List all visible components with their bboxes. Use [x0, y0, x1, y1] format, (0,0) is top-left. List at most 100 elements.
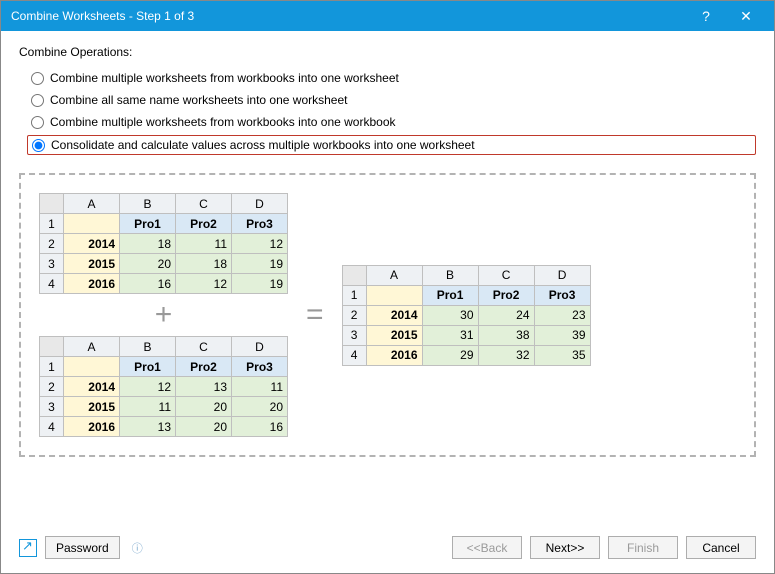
corner-cell	[40, 194, 64, 214]
col-header: C	[176, 194, 232, 214]
spreadsheet-table: ABCD1Pro1Pro2Pro322014302423320153138394…	[342, 265, 591, 366]
next-label: Next>>	[546, 541, 585, 555]
col-header: A	[64, 337, 120, 357]
cell-value: 30	[422, 305, 478, 325]
result-table: ABCD1Pro1Pro2Pro322014302423320153138394…	[342, 265, 591, 366]
radio-input[interactable]	[31, 72, 44, 85]
row-header: 2	[40, 377, 64, 397]
cell-value: 20	[176, 397, 232, 417]
cell-year: 2016	[64, 274, 120, 294]
col-header: D	[534, 265, 590, 285]
col-header: B	[120, 337, 176, 357]
radio-option-1[interactable]: Combine all same name worksheets into on…	[27, 91, 756, 109]
corner-cell	[40, 337, 64, 357]
cell-value: 16	[120, 274, 176, 294]
cell-year: 2014	[366, 305, 422, 325]
row-header: 2	[342, 305, 366, 325]
row-header: 2	[40, 234, 64, 254]
dialog-window: Combine Worksheets - Step 1 of 3 ? ✕ Com…	[0, 0, 775, 574]
cell-value: 20	[232, 397, 288, 417]
cell-year: 2014	[64, 234, 120, 254]
row-header: 3	[40, 254, 64, 274]
back-button: <<Back	[452, 536, 522, 559]
popout-icon[interactable]	[19, 539, 37, 557]
col-header: C	[478, 265, 534, 285]
back-label: <<Back	[467, 541, 508, 555]
cell-value: 18	[176, 254, 232, 274]
next-button[interactable]: Next>>	[530, 536, 600, 559]
radio-option-3[interactable]: Consolidate and calculate values across …	[27, 135, 756, 155]
footer-bar: Password ⓘ <<Back Next>> Finish Cancel	[1, 526, 774, 573]
help-icon[interactable]: ?	[686, 8, 726, 24]
cell	[64, 357, 120, 377]
radio-option-2[interactable]: Combine multiple worksheets from workboo…	[27, 113, 756, 131]
row-header: 3	[40, 397, 64, 417]
col-header: A	[366, 265, 422, 285]
cell-value: 11	[232, 377, 288, 397]
cell-value: 20	[120, 254, 176, 274]
radio-label: Combine multiple worksheets from workboo…	[50, 115, 396, 129]
cell-value: 20	[176, 417, 232, 437]
col-header: C	[176, 337, 232, 357]
equals-icon: =	[306, 300, 324, 330]
cell-value: 19	[232, 274, 288, 294]
spreadsheet-table: ABCD1Pro1Pro2Pro322014121311320151120204…	[39, 336, 288, 437]
cell-value: 38	[478, 325, 534, 345]
row-header: 1	[40, 357, 64, 377]
cell-header: Pro3	[534, 285, 590, 305]
cell-value: 29	[422, 345, 478, 365]
source-table-1: ABCD1Pro1Pro2Pro322014181112320152018194…	[39, 193, 288, 294]
cell-header: Pro2	[478, 285, 534, 305]
cell-value: 18	[120, 234, 176, 254]
row-header: 4	[40, 274, 64, 294]
plus-icon: +	[155, 300, 173, 330]
cell-value: 12	[232, 234, 288, 254]
finish-label: Finish	[627, 541, 659, 555]
radio-label: Consolidate and calculate values across …	[51, 138, 475, 152]
cell-value: 35	[534, 345, 590, 365]
radio-label: Combine multiple worksheets from workboo…	[50, 71, 399, 85]
cell-value: 13	[120, 417, 176, 437]
col-header: D	[232, 337, 288, 357]
spreadsheet-table: ABCD1Pro1Pro2Pro322014181112320152018194…	[39, 193, 288, 294]
cell-header: Pro3	[232, 214, 288, 234]
cell-year: 2014	[64, 377, 120, 397]
col-header: B	[422, 265, 478, 285]
col-header: B	[120, 194, 176, 214]
section-label: Combine Operations:	[19, 45, 756, 59]
cell-value: 31	[422, 325, 478, 345]
cell	[64, 214, 120, 234]
cell-header: Pro2	[176, 357, 232, 377]
radio-input[interactable]	[31, 116, 44, 129]
radio-input[interactable]	[32, 139, 45, 152]
cancel-button[interactable]: Cancel	[686, 536, 756, 559]
info-icon[interactable]: ⓘ	[132, 540, 143, 556]
row-header: 4	[40, 417, 64, 437]
cell-value: 39	[534, 325, 590, 345]
cell-year: 2015	[64, 254, 120, 274]
cell-value: 13	[176, 377, 232, 397]
cell-value: 11	[176, 234, 232, 254]
window-title: Combine Worksheets - Step 1 of 3	[11, 9, 686, 23]
corner-cell	[342, 265, 366, 285]
password-button[interactable]: Password	[45, 536, 120, 559]
cell-year: 2016	[64, 417, 120, 437]
cell-year: 2016	[366, 345, 422, 365]
finish-button: Finish	[608, 536, 678, 559]
col-header: A	[64, 194, 120, 214]
cell-value: 11	[120, 397, 176, 417]
cell-value: 12	[120, 377, 176, 397]
cancel-label: Cancel	[702, 541, 739, 555]
cell-header: Pro1	[120, 357, 176, 377]
cell-header: Pro1	[120, 214, 176, 234]
cell-value: 16	[232, 417, 288, 437]
col-header: D	[232, 194, 288, 214]
radio-option-0[interactable]: Combine multiple worksheets from workboo…	[27, 69, 756, 87]
content-area: Combine Operations: Combine multiple wor…	[1, 31, 774, 526]
radio-input[interactable]	[31, 94, 44, 107]
close-icon[interactable]: ✕	[726, 8, 766, 25]
cell-value: 24	[478, 305, 534, 325]
cell-year: 2015	[366, 325, 422, 345]
cell	[366, 285, 422, 305]
cell-header: Pro2	[176, 214, 232, 234]
